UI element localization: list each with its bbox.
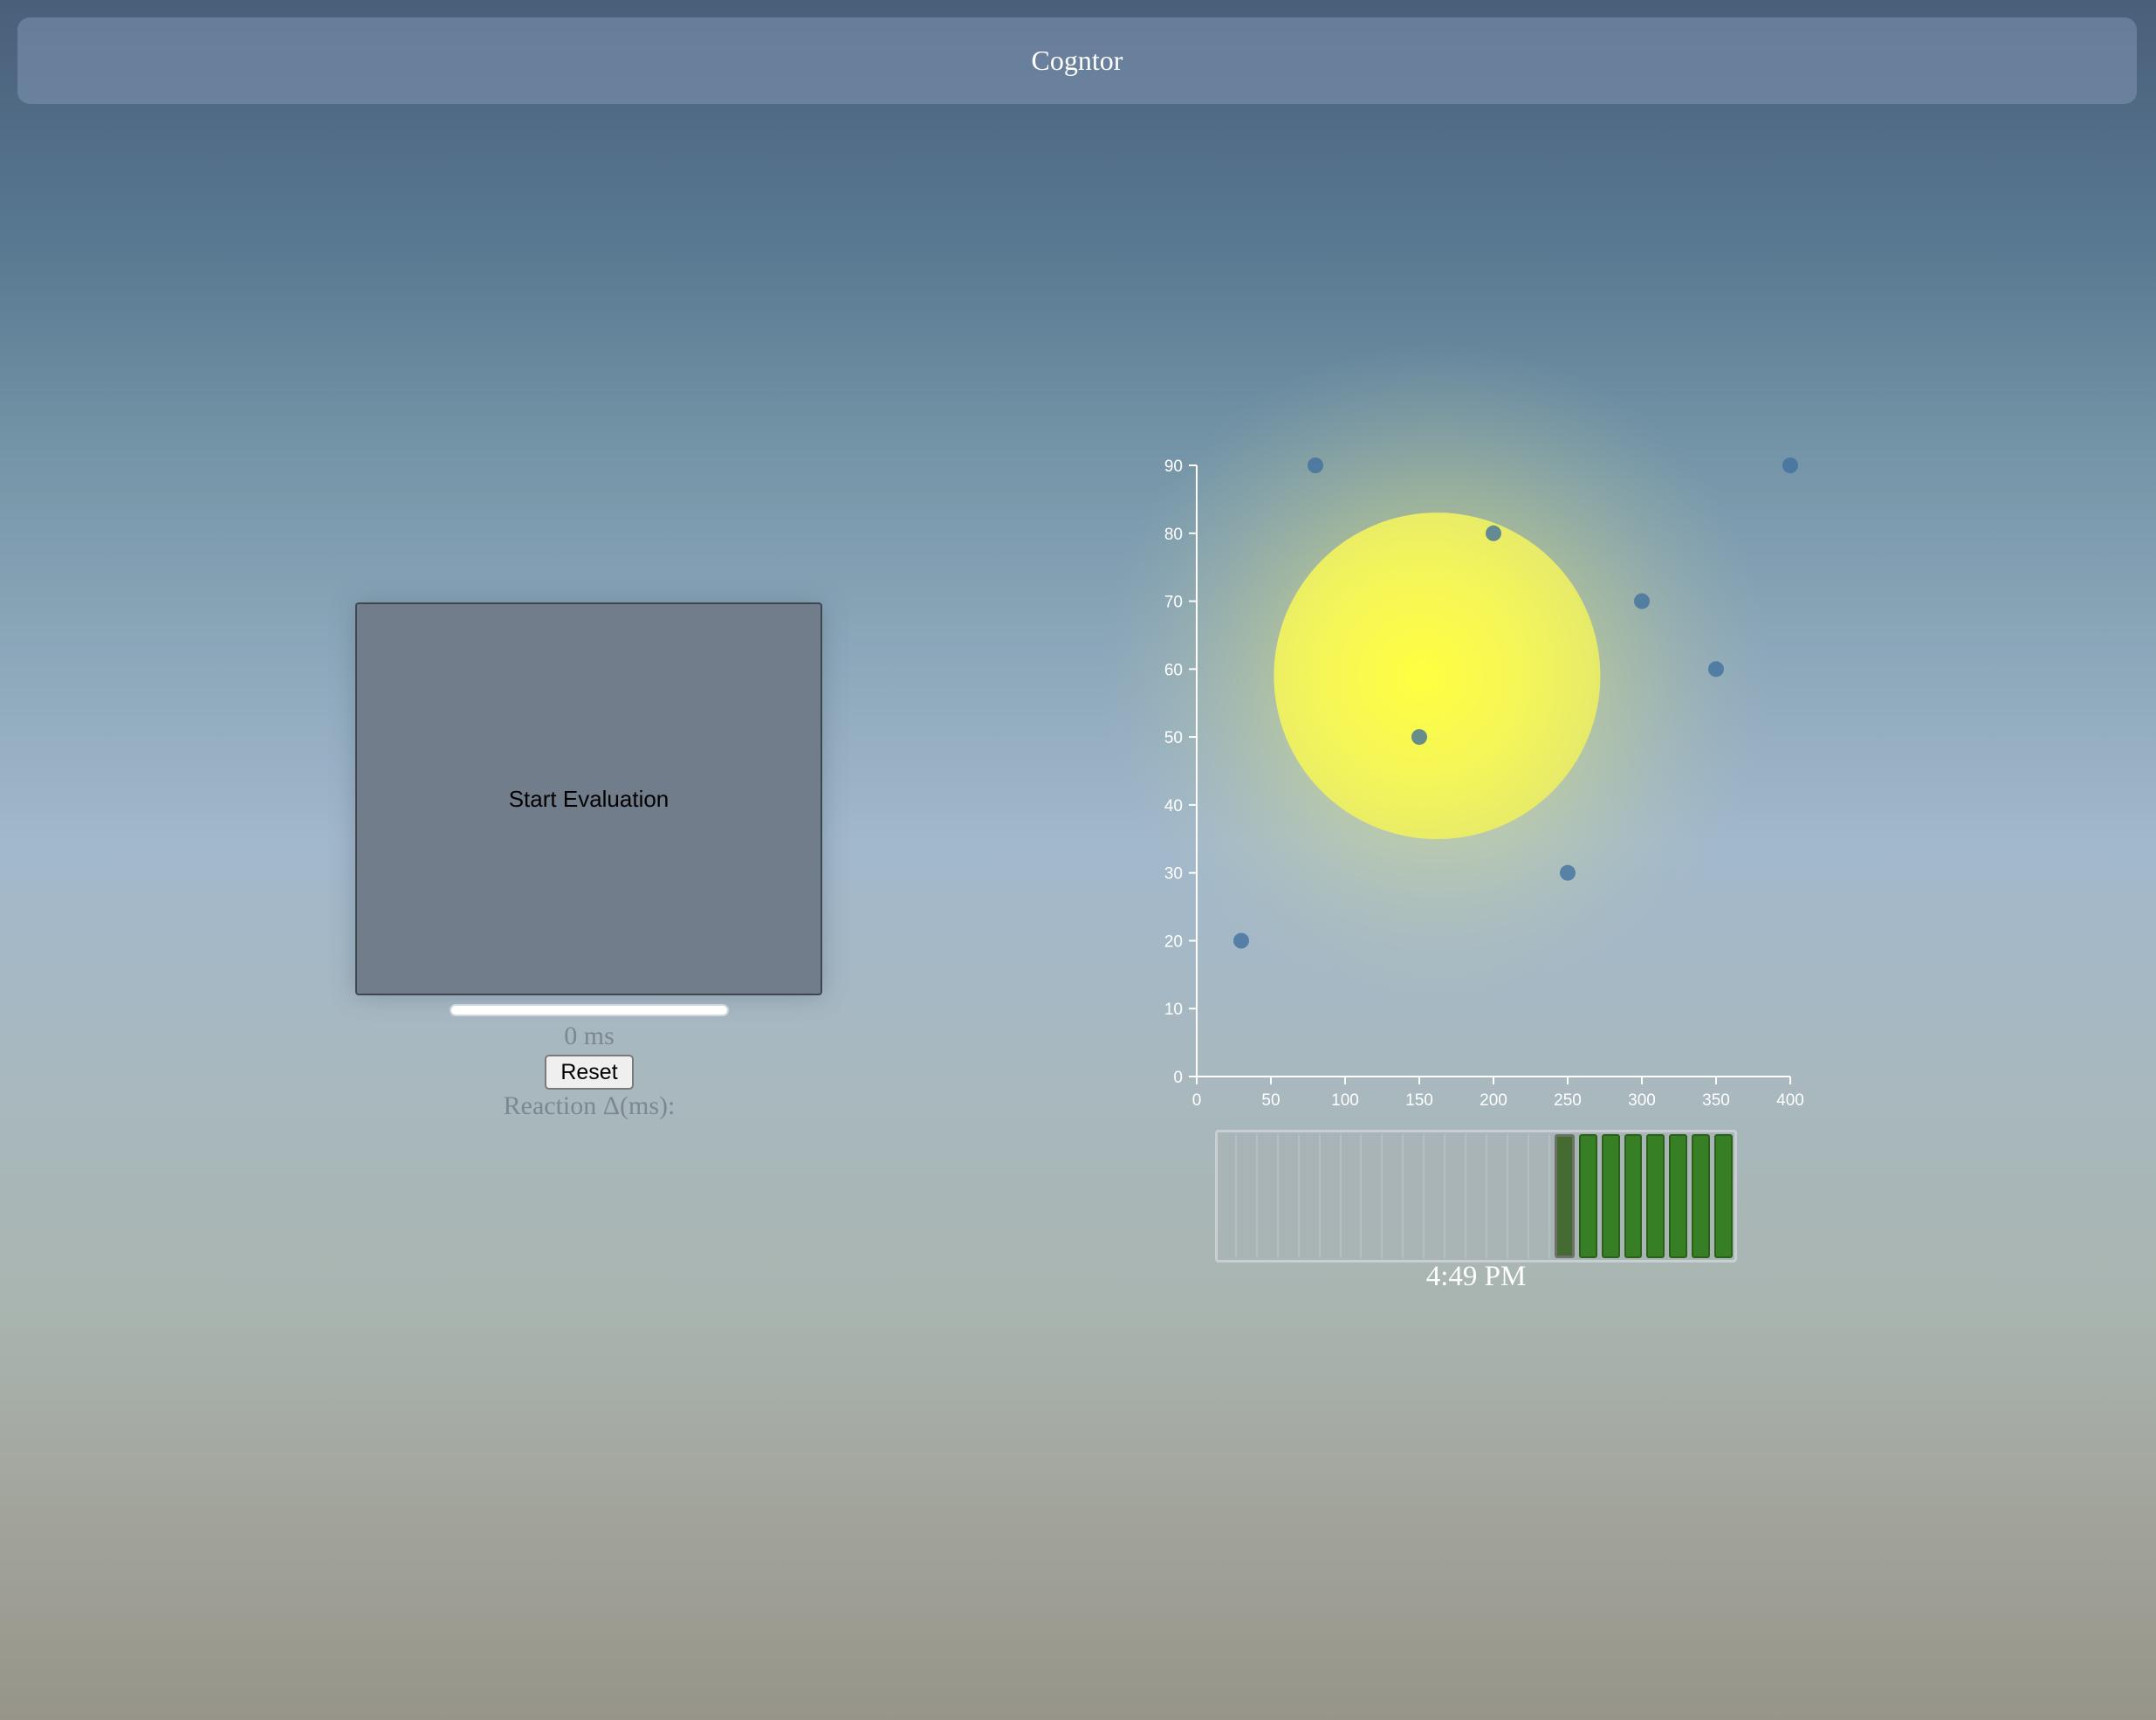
timeline-segment-filled: [1578, 1134, 1597, 1258]
data-point: [1634, 593, 1650, 609]
y-tick-label: 80: [1164, 526, 1183, 544]
data-point: [1308, 458, 1323, 473]
data-point: [1411, 729, 1427, 746]
timeline-segment-current: [1554, 1134, 1575, 1258]
x-tick-label: 400: [1776, 1091, 1804, 1110]
reaction-delta-label: Reaction Δ(ms):: [503, 1091, 676, 1120]
timeline-segment-filled: [1646, 1134, 1665, 1258]
y-tick-label: 40: [1164, 797, 1183, 815]
data-point: [1708, 661, 1724, 678]
timeline-segment-empty: [1283, 1134, 1300, 1258]
x-tick-label: 250: [1554, 1091, 1582, 1110]
data-point: [1782, 458, 1798, 473]
y-tick-label: 20: [1164, 932, 1183, 951]
y-tick-label: 70: [1164, 594, 1183, 612]
timeline-segment-empty: [1220, 1134, 1237, 1258]
timeline-segment-empty: [1241, 1134, 1258, 1258]
y-tick-label: 60: [1164, 661, 1183, 679]
timeline-segment-empty: [1262, 1134, 1279, 1258]
timeline-segment-filled: [1624, 1134, 1643, 1258]
reset-button[interactable]: Reset: [545, 1055, 634, 1090]
y-tick-label: 0: [1173, 1069, 1183, 1087]
timeline-segment-empty: [1304, 1134, 1321, 1258]
timeline-segment-empty: [1429, 1134, 1446, 1258]
start-evaluation-button[interactable]: Start Evaluation: [355, 602, 822, 995]
y-tick-label: 90: [1164, 458, 1183, 476]
start-evaluation-label: Start Evaluation: [508, 785, 669, 812]
scatter-chart: 0 10 20 30 40 50 60 70 80 90 0 50 100 150 200 250 300 350…: [1102, 341, 1804, 1110]
app-title: Cogntor: [1031, 45, 1123, 76]
y-tick-label: 50: [1164, 729, 1183, 747]
x-tick-label: 0: [1192, 1091, 1202, 1110]
x-tick-label: 50: [1261, 1091, 1280, 1110]
data-point: [1233, 932, 1249, 949]
timeline-segment-empty: [1471, 1134, 1487, 1258]
data-point: [1486, 525, 1501, 541]
timeline-segment-empty: [1450, 1134, 1467, 1258]
timeline-segment-empty: [1387, 1134, 1404, 1258]
timeline-segment-filled: [1714, 1134, 1734, 1258]
timeline-segment-empty: [1534, 1134, 1550, 1258]
timeline-segment-empty: [1366, 1134, 1384, 1258]
x-tick-label: 150: [1405, 1091, 1433, 1110]
x-tick-label: 300: [1628, 1091, 1656, 1110]
day-timeline-bar: [1215, 1130, 1737, 1262]
y-tick-label: 30: [1164, 865, 1183, 884]
timeline-segment-filled: [1692, 1134, 1711, 1258]
data-point: [1560, 864, 1576, 881]
x-tick-label: 350: [1702, 1091, 1730, 1110]
evaluation-progress-bar: [450, 1004, 729, 1016]
timeline-segment-empty: [1325, 1134, 1342, 1258]
timeline-segment-empty: [1408, 1134, 1425, 1258]
y-tick-label: 10: [1164, 1001, 1183, 1019]
timeline-segment-filled: [1601, 1134, 1620, 1258]
x-tick-label: 200: [1480, 1091, 1507, 1110]
x-tick-label: 100: [1331, 1091, 1359, 1110]
sun-icon: [1274, 513, 1601, 840]
timeline-segment-empty: [1492, 1134, 1508, 1258]
timeline-segment-filled: [1669, 1134, 1688, 1258]
timeline-segment-empty: [1346, 1134, 1363, 1258]
current-time-label: 4:49 PM: [1425, 1261, 1527, 1292]
timeline-segment-empty: [1513, 1134, 1529, 1258]
app-header: Cogntor: [17, 17, 2137, 104]
reaction-time-readout: 0 ms: [564, 1022, 615, 1050]
